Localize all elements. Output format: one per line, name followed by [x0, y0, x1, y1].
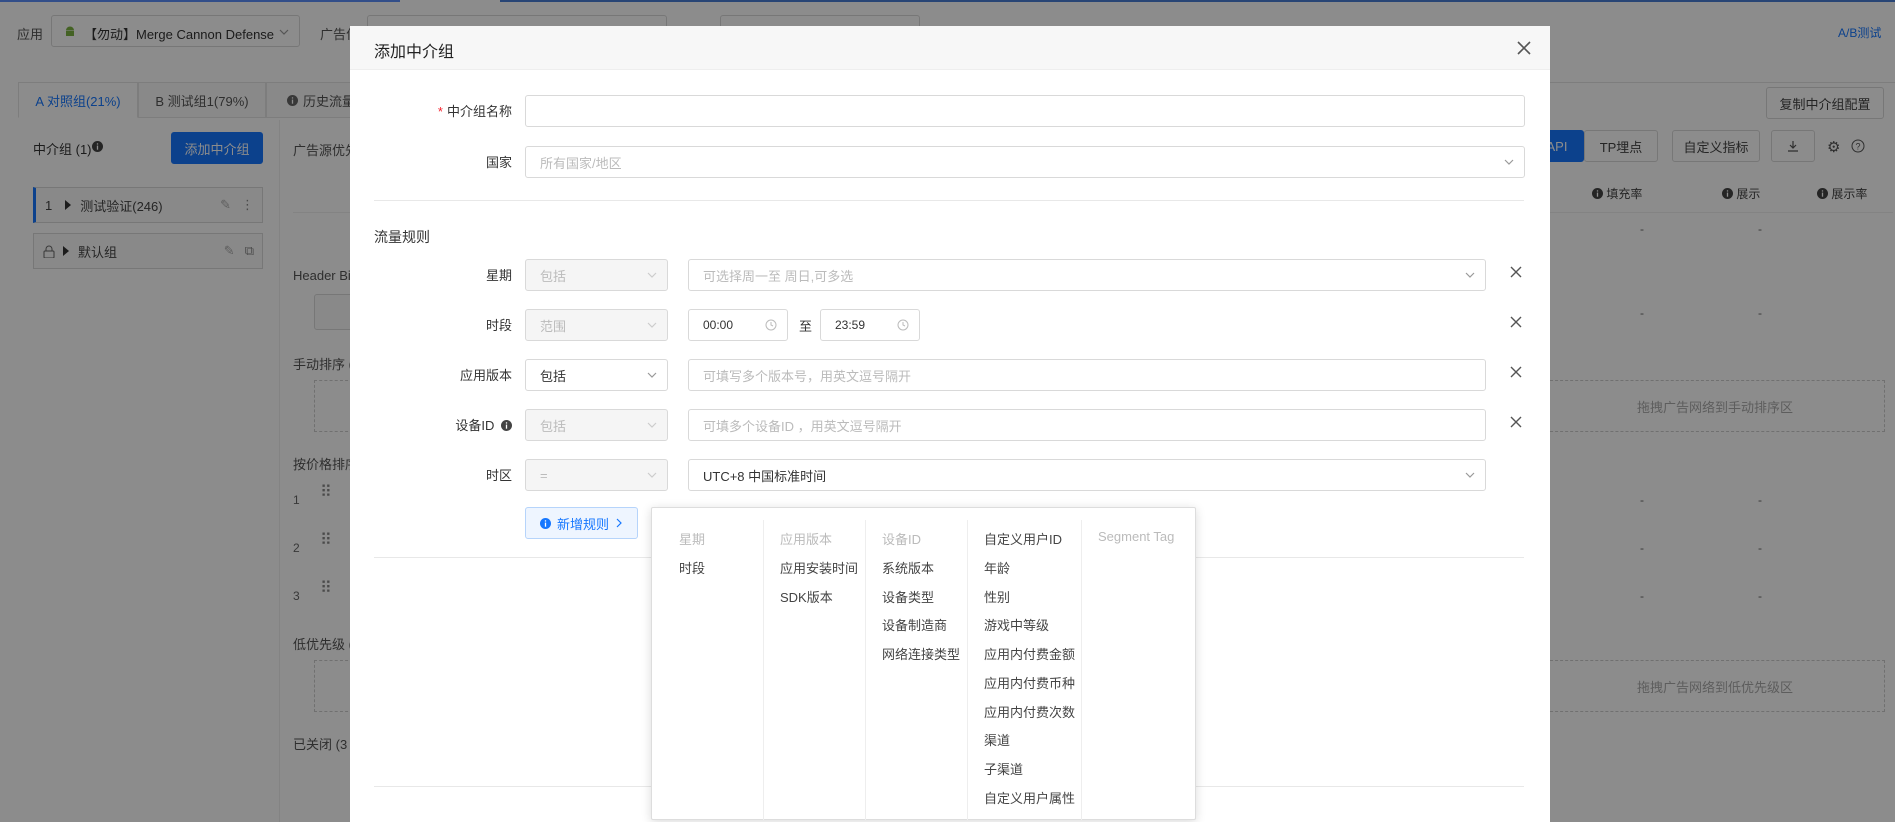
- rule-option-weekday: 星期: [679, 532, 706, 547]
- rule-option-game-level[interactable]: 游戏中等级: [984, 615, 1049, 634]
- rule-option-device-id: 设备ID: [882, 532, 922, 547]
- section-divider: [374, 200, 1524, 201]
- country-select[interactable]: 所有国家/地区: [525, 146, 1525, 178]
- chevron-down-icon: [647, 270, 657, 280]
- chevron-right-icon: [615, 518, 623, 528]
- rule-option-period[interactable]: 时段: [679, 558, 705, 577]
- rule-option-os-version[interactable]: 系统版本: [882, 558, 934, 577]
- info-icon: [501, 420, 512, 431]
- info-icon: [540, 517, 551, 529]
- rule-menu-column: 自定义用户ID 年龄 性别 游戏中等级 应用内付费金额 应用内付费币种 应用内付…: [968, 520, 1082, 820]
- rule-menu-column: 星期 时段: [652, 520, 764, 820]
- device-id-input[interactable]: 可填多个设备ID ，用英文逗号隔开: [688, 409, 1486, 441]
- group-name-label: * 中介组名称: [437, 104, 512, 119]
- period-operator-select[interactable]: 范围: [525, 309, 668, 341]
- rule-option-device-type[interactable]: 设备类型: [882, 587, 934, 606]
- timezone-operator-select[interactable]: =: [525, 459, 668, 491]
- start-time-input[interactable]: 00:00: [688, 309, 788, 341]
- chevron-down-icon: [647, 420, 657, 430]
- weekday-operator-select[interactable]: 包括: [525, 259, 668, 291]
- rule-option-custom-user-attr[interactable]: 自定义用户属性: [984, 788, 1075, 807]
- remove-rule-icon[interactable]: [1508, 414, 1524, 430]
- weekday-select[interactable]: 可选择周一至 周日,可多选: [688, 259, 1486, 291]
- remove-rule-icon[interactable]: [1508, 314, 1524, 330]
- remove-rule-icon[interactable]: [1508, 264, 1524, 280]
- weekday-label: 星期: [485, 268, 512, 283]
- rule-option-iap-amount[interactable]: 应用内付费金额: [984, 644, 1075, 663]
- chevron-down-icon: [647, 470, 657, 480]
- rule-option-app-version: 应用版本: [780, 532, 833, 547]
- timezone-select[interactable]: UTC+8 中国标准时间: [688, 459, 1486, 491]
- clock-icon: [897, 319, 909, 331]
- app-version-input[interactable]: 可填写多个版本号，用英文逗号隔开: [688, 359, 1486, 391]
- rule-option-iap-currency[interactable]: 应用内付费币种: [984, 673, 1075, 692]
- device-id-label: 设备ID: [410, 415, 512, 434]
- modal-title: 添加中介组: [374, 44, 455, 61]
- group-name-input[interactable]: [525, 95, 1525, 127]
- rule-option-sub-channel[interactable]: 子渠道: [984, 759, 1023, 778]
- rule-option-install-time[interactable]: 应用安装时间: [780, 558, 858, 577]
- add-rule-label: 新增规则: [557, 516, 610, 532]
- chevron-down-icon: [1465, 270, 1475, 280]
- rule-option-custom-user-id[interactable]: 自定义用户ID: [984, 529, 1062, 548]
- remove-rule-icon[interactable]: [1508, 364, 1524, 380]
- rule-option-network-type[interactable]: 网络连接类型: [882, 644, 960, 663]
- rule-menu-column: 设备ID 系统版本 设备类型 设备制造商 网络连接类型: [866, 520, 968, 820]
- app-version-operator-select[interactable]: 包括: [525, 359, 668, 391]
- rule-option-sdk-version[interactable]: SDK版本: [780, 587, 833, 606]
- modal-header: [350, 26, 1550, 70]
- rule-menu-column: Segment Tag: [1082, 520, 1196, 820]
- chevron-down-icon: [1504, 157, 1514, 167]
- country-label: 国家: [485, 155, 512, 170]
- add-rule-menu: 星期 时段 应用版本 应用安装时间 SDK版本 设备ID 系统版本 设备类型 设…: [651, 507, 1196, 820]
- time-range-separator: 至: [799, 319, 813, 334]
- country-placeholder: 所有国家/地区: [540, 155, 622, 171]
- rule-menu-column: 应用版本 应用安装时间 SDK版本: [764, 520, 866, 820]
- chevron-down-icon: [647, 370, 657, 380]
- rule-option-manufacturer[interactable]: 设备制造商: [882, 615, 947, 634]
- period-label: 时段: [485, 318, 512, 333]
- rule-option-segment-tag: Segment Tag: [1098, 529, 1175, 544]
- rule-option-age[interactable]: 年龄: [984, 558, 1010, 577]
- timezone-label: 时区: [485, 468, 512, 483]
- clock-icon: [765, 319, 777, 331]
- chevron-down-icon: [1465, 470, 1475, 480]
- end-time-input[interactable]: 23:59: [820, 309, 920, 341]
- rule-option-channel[interactable]: 渠道: [984, 730, 1010, 749]
- traffic-rules-title: 流量规则: [374, 229, 430, 245]
- chevron-down-icon: [647, 320, 657, 330]
- rule-option-iap-count[interactable]: 应用内付费次数: [984, 702, 1075, 721]
- rule-option-gender[interactable]: 性别: [984, 587, 1010, 606]
- app-version-label: 应用版本: [459, 368, 512, 383]
- close-icon[interactable]: [1513, 37, 1535, 59]
- add-rule-button[interactable]: 新增规则: [525, 507, 639, 539]
- device-id-operator-select[interactable]: 包括: [525, 409, 668, 441]
